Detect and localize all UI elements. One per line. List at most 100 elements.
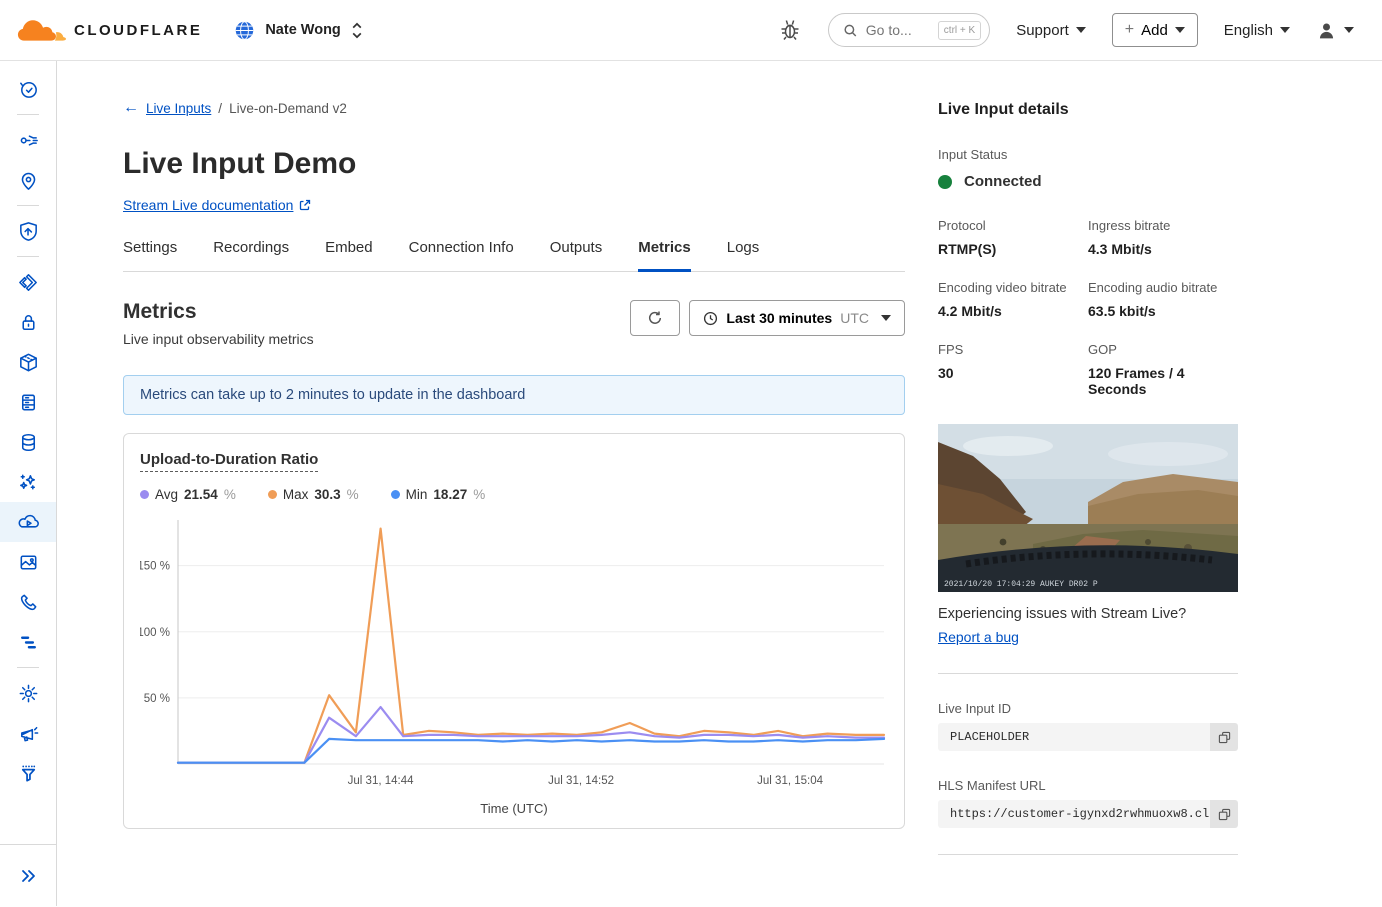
search-input[interactable] (866, 22, 930, 38)
location-pin-icon (17, 169, 40, 192)
svg-text:Jul 31, 15:04: Jul 31, 15:04 (757, 775, 823, 787)
time-travel-icon (17, 78, 40, 101)
sidebar-item-network[interactable] (0, 120, 56, 160)
account-switcher[interactable]: Nate Wong (234, 20, 362, 41)
hls-manifest-url-label: HLS Manifest URL (938, 778, 1238, 793)
legend-item-avg: Avg 21.54 % (140, 487, 236, 502)
add-button[interactable]: + Add (1112, 13, 1198, 47)
legend-max-label: Max (283, 487, 309, 502)
sidebar-divider (17, 667, 39, 668)
language-menu[interactable]: English (1224, 22, 1290, 39)
x-axis-title: Time (UTC) (140, 801, 888, 816)
sidebar-item-lock[interactable] (0, 302, 56, 342)
user-menu[interactable] (1316, 20, 1354, 41)
status-dot-icon (938, 175, 952, 189)
network-icon (17, 129, 40, 152)
upload-duration-chart[interactable]: 50 %100 %150 %Jul 31, 14:44Jul 31, 14:52… (140, 514, 888, 794)
account-name: Nate Wong (265, 22, 340, 38)
funnel-icon (17, 762, 40, 785)
search-icon (843, 23, 858, 38)
sidebar-item-location[interactable] (0, 160, 56, 200)
brand-text: CLOUDFLARE (74, 22, 202, 39)
tab-recordings[interactable]: Recordings (213, 239, 289, 272)
sidebar-item-workers[interactable] (0, 342, 56, 382)
back-arrow-icon: ← (123, 99, 139, 117)
divider (938, 673, 1238, 674)
svg-text:Jul 31, 14:52: Jul 31, 14:52 (548, 775, 614, 787)
legend-min-label: Min (406, 487, 428, 502)
sidebar-item-database[interactable] (0, 422, 56, 462)
time-range-dropdown[interactable]: Last 30 minutes UTC (689, 300, 905, 336)
sidebar-item-server[interactable] (0, 382, 56, 422)
legend-item-min: Min 18.27 % (391, 487, 486, 502)
input-status-label: Input Status (938, 147, 1238, 162)
sidebar-item-images[interactable] (0, 542, 56, 582)
refresh-button[interactable] (630, 300, 680, 336)
bug-report-icon[interactable] (778, 18, 802, 42)
sidebar-item-analytics[interactable] (0, 622, 56, 662)
gear-icon (17, 682, 40, 705)
clock-icon (703, 311, 718, 326)
cube-icon (17, 351, 40, 374)
legend-item-max: Max 30.3 % (268, 487, 359, 502)
support-label: Support (1016, 22, 1069, 39)
sidebar-divider (17, 205, 39, 206)
tab-settings[interactable]: Settings (123, 239, 177, 272)
sidebar-item-ai[interactable] (0, 462, 56, 502)
info-banner: Metrics can take up to 2 minutes to upda… (123, 375, 905, 415)
stream-cloud-play-icon (17, 511, 40, 534)
detail-video-bitrate: Encoding video bitrate 4.2 Mbit/s (938, 280, 1088, 319)
live-input-id-value: PLACEHOLDER (938, 723, 1210, 751)
sidebar-item-settings[interactable] (0, 673, 56, 713)
sidebar-item-stream[interactable] (0, 502, 56, 542)
svg-text:100 %: 100 % (140, 627, 170, 639)
tab-outputs[interactable]: Outputs (550, 239, 603, 272)
tab-metrics[interactable]: Metrics (638, 239, 691, 272)
live-preview-thumbnail: 2021/10/20 17:04:29 AUKEY DR02 P (938, 424, 1238, 592)
global-search[interactable]: ctrl + K (828, 13, 990, 47)
chart-card: Upload-to-Duration Ratio Avg 21.54 % Max… (123, 433, 905, 829)
copy-live-input-id-button[interactable] (1210, 723, 1238, 751)
hls-manifest-url-value: https://customer-igynxd2rwhmuoxw8.cloudf (938, 800, 1210, 828)
sidebar-item-calls[interactable] (0, 582, 56, 622)
cloudflare-logo[interactable]: CLOUDFLARE (16, 17, 202, 44)
refresh-icon (647, 310, 663, 326)
chevron-down-icon (1344, 27, 1354, 33)
search-shortcut-badge: ctrl + K (938, 21, 981, 40)
page-title: Live Input Demo (123, 147, 905, 181)
copy-hls-url-button[interactable] (1210, 800, 1238, 828)
chart-legend: Avg 21.54 % Max 30.3 % Min 18.27 % (140, 487, 888, 502)
images-icon (17, 551, 40, 574)
support-menu[interactable]: Support (1016, 22, 1086, 39)
status-badge: Connected (964, 173, 1042, 190)
sidebar-item-funnel[interactable] (0, 753, 56, 793)
avg-dot-icon (140, 490, 149, 499)
main-content: ← Live Inputs / Live-on-Demand v2 Live I… (123, 99, 905, 906)
breadcrumb-current: Live-on-Demand v2 (229, 101, 347, 116)
sidebar-item-security-shield[interactable] (0, 211, 56, 251)
report-bug-link[interactable]: Report a bug (938, 629, 1019, 645)
metrics-heading: Metrics (123, 300, 314, 324)
sidebar-expand[interactable] (0, 844, 56, 906)
lock-icon (17, 311, 40, 334)
detail-fps: FPS 30 (938, 342, 1088, 397)
svg-text:150 %: 150 % (140, 561, 170, 573)
min-dot-icon (391, 490, 400, 499)
gantt-bars-icon (17, 631, 40, 654)
stream-docs-link[interactable]: Stream Live documentation (123, 197, 293, 213)
sidebar-item-speed[interactable] (0, 262, 56, 302)
live-input-id-field: PLACEHOLDER (938, 723, 1238, 751)
chevron-down-icon (1076, 27, 1086, 33)
legend-min-unit: % (473, 487, 485, 502)
sidebar-item-announcements[interactable] (0, 713, 56, 753)
chart-title: Upload-to-Duration Ratio (140, 451, 318, 472)
breadcrumb-live-inputs-link[interactable]: Live Inputs (146, 101, 211, 116)
sidebar-item-time-travel[interactable] (0, 69, 56, 109)
detail-audio-bitrate: Encoding audio bitrate 63.5 kbit/s (1088, 280, 1238, 319)
tab-connection-info[interactable]: Connection Info (409, 239, 514, 272)
speed-bolt-icon (17, 271, 40, 294)
tab-logs[interactable]: Logs (727, 239, 760, 272)
plus-icon: + (1125, 21, 1134, 39)
time-zone: UTC (840, 310, 869, 326)
tab-embed[interactable]: Embed (325, 239, 373, 272)
